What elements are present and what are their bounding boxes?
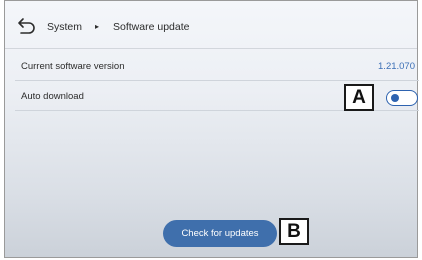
- auto-download-label: Auto download: [21, 91, 84, 102]
- callout-label-b: B: [279, 218, 309, 245]
- software-version-row: Current software version 1.21.070: [15, 51, 419, 81]
- software-version-value: 1.21.070: [378, 61, 415, 72]
- software-update-screen: System ▸ Software update Current softwar…: [4, 0, 419, 258]
- toggle-knob: [391, 93, 399, 102]
- auto-download-toggle[interactable]: [386, 90, 418, 106]
- check-for-updates-button[interactable]: Check for updates: [163, 220, 277, 247]
- breadcrumb-separator-icon: ▸: [95, 22, 100, 31]
- breadcrumb-software-update: Software update: [113, 21, 190, 33]
- software-version-label: Current software version: [21, 61, 125, 72]
- callout-label-a: A: [344, 84, 374, 111]
- header-bar: System ▸ Software update: [5, 1, 417, 49]
- back-arrow-icon[interactable]: [17, 17, 37, 35]
- breadcrumb-system[interactable]: System: [47, 21, 82, 33]
